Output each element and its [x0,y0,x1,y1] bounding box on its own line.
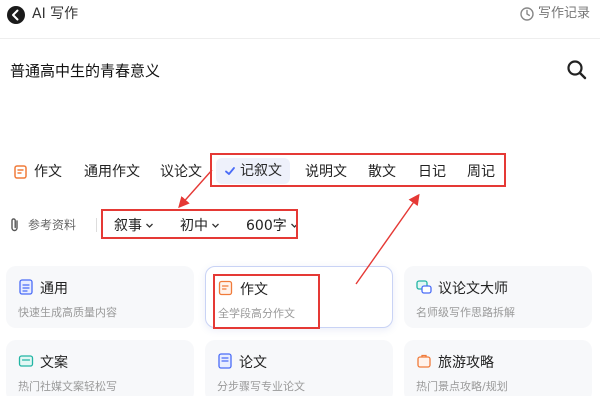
copywriting-icon [18,355,34,367]
annotation-box-options [101,209,298,239]
document-icon [19,279,33,295]
card-paper[interactable]: 论文 分步骤写专业论文 [205,340,393,396]
annotation-box-tabs [210,153,506,187]
card-title: 通用 [40,281,68,297]
back-button[interactable] [6,5,26,25]
card-desc: 热门景点攻略/规划 [416,380,508,393]
card-copywriting[interactable]: 文案 热门社媒文案轻松写 [6,340,194,396]
card-general[interactable]: 通用 快速生成高质量内容 [6,266,194,328]
paperclip-icon [11,217,18,231]
card-desc: 快速生成高质量内容 [18,306,117,319]
card-desc: 热门社媒文案轻松写 [18,380,117,393]
card-title: 旅游攻略 [438,355,494,371]
tab-argumentative[interactable]: 议论文 [160,163,202,181]
card-travel[interactable]: 旅游攻略 热门景点攻略/规划 [404,340,592,396]
history-label: 写作记录 [537,6,590,21]
card-title: 论文 [239,355,267,371]
top-bar: AI 写作 写作记录 [0,0,600,34]
page-title: AI 写作 [32,6,79,22]
divider [0,38,600,39]
reference-button[interactable]: 参考资料 [8,216,76,233]
pen-note-icon [14,165,27,179]
back-arrow-icon [7,6,25,24]
search-icon [567,60,587,80]
topic-input[interactable]: 普通高中生的青春意义 [10,60,160,81]
tab-label: 作文 [34,164,62,180]
card-title: 文案 [40,355,68,371]
travel-icon [417,354,431,368]
card-desc: 分步骤写专业论文 [217,380,305,393]
annotation-box-card [213,274,320,329]
reference-row: 参考资料 叙事 初中 600字 [0,206,600,242]
paper-icon [218,353,232,369]
tab-composition[interactable]: 作文 [14,163,62,181]
divider [96,218,97,232]
debate-icon [416,280,432,294]
card-title: 议论文大师 [438,281,508,297]
history-button[interactable]: 写作记录 [520,5,590,23]
clock-icon [520,7,534,21]
tab-general-essay[interactable]: 通用作文 [84,163,140,181]
card-desc: 名师级写作思路拆解 [416,306,515,319]
card-argument-master[interactable]: 议论文大师 名师级写作思路拆解 [404,266,592,328]
reference-label: 参考资料 [28,218,77,232]
search-button[interactable] [565,58,589,82]
